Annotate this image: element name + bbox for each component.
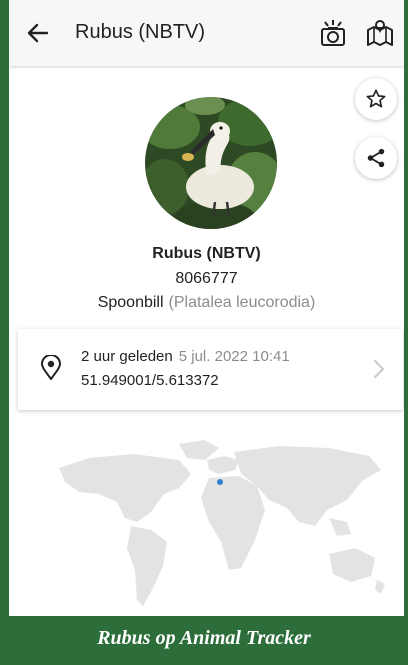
spoonbill-photo bbox=[145, 97, 277, 229]
arrow-left-icon[interactable] bbox=[25, 20, 51, 46]
map-icon[interactable] bbox=[365, 18, 395, 48]
species-latin-name: (Platalea leucorodia) bbox=[168, 294, 316, 311]
favorite-button[interactable] bbox=[355, 78, 397, 120]
chevron-right-icon bbox=[374, 360, 384, 378]
tag-id: 8066777 bbox=[175, 270, 238, 287]
share-button[interactable] bbox=[355, 137, 397, 179]
location-pin-icon bbox=[41, 355, 61, 380]
animal-name: Rubus (NBTV) bbox=[152, 245, 261, 262]
species-common-name: Spoonbill bbox=[97, 294, 164, 311]
last-location-card[interactable]: 2 uur geleden 5 jul. 2022 10:41 51.949001… bbox=[18, 329, 403, 410]
image-caption: Rubus op Animal Tracker bbox=[0, 616, 408, 665]
share-icon bbox=[367, 148, 385, 168]
app-bar: Rubus (NBTV) bbox=[9, 0, 404, 66]
species-line: Spoonbill (Platalea leucorodia) bbox=[9, 294, 404, 312]
relative-time: 2 uur geleden bbox=[81, 348, 173, 365]
page-title: Rubus (NBTV) bbox=[75, 21, 206, 43]
location-time: 2 uur geleden 5 jul. 2022 10:41 bbox=[81, 348, 290, 365]
timestamp: 5 jul. 2022 10:41 bbox=[178, 348, 290, 365]
app-screen: Rubus (NBTV) Rubus (NBTV) 8066777 Spoonb… bbox=[9, 0, 404, 616]
world-map[interactable] bbox=[29, 430, 399, 616]
location-marker bbox=[217, 479, 223, 485]
star-icon bbox=[366, 89, 386, 108]
camera-flash-icon[interactable] bbox=[318, 18, 348, 48]
coordinates: 51.949001/5.613372 bbox=[81, 372, 219, 389]
avatar bbox=[145, 97, 277, 229]
